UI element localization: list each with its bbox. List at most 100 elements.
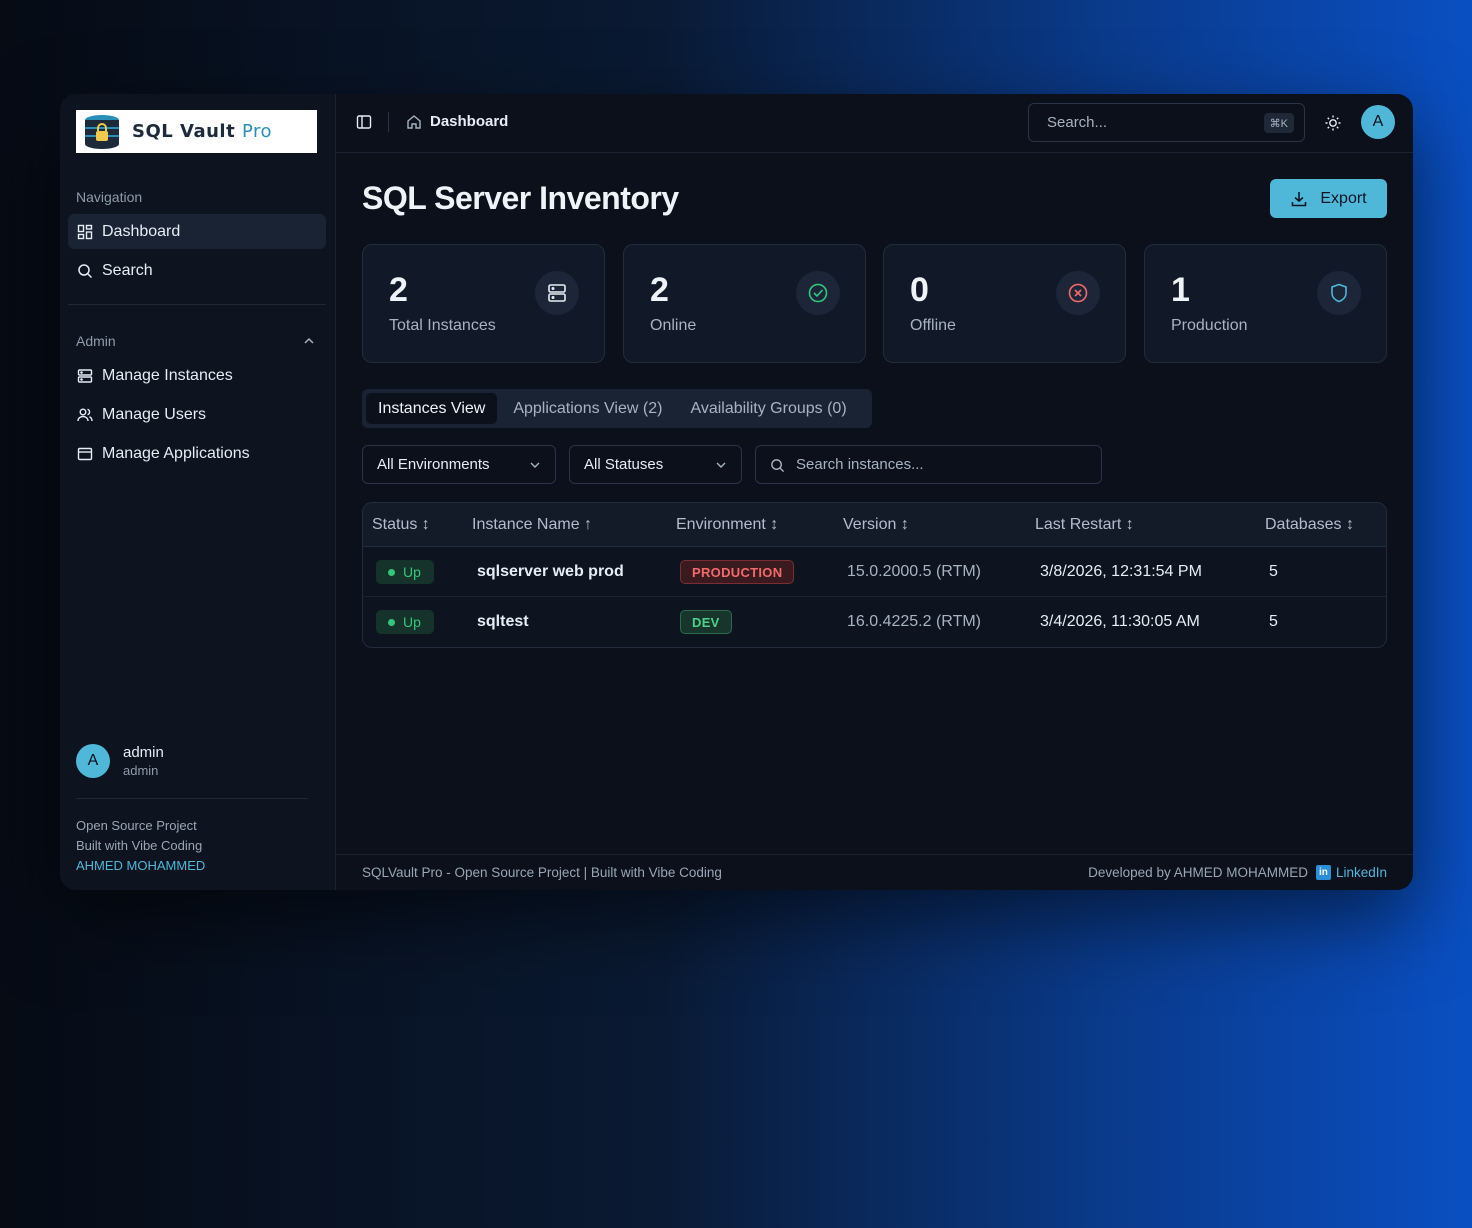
status-badge: Up — [376, 560, 434, 584]
shortcut-badge: ⌘K — [1263, 113, 1294, 133]
column-header-instance-name[interactable]: Instance Name ↑ — [472, 516, 592, 534]
environment-select[interactable]: All Environments — [362, 445, 556, 484]
export-button[interactable]: Export — [1270, 179, 1387, 218]
column-header-status[interactable]: Status ↕ — [372, 516, 430, 534]
sidebar: SQL Vault Pro Navigation Dashboard Searc… — [60, 94, 336, 890]
sidebar-item-label: Manage Applications — [102, 444, 250, 462]
stat-card-total: 2 Total Instances — [362, 244, 605, 363]
server-icon — [77, 368, 93, 383]
chevron-down-icon — [530, 462, 540, 468]
export-label: Export — [1320, 189, 1367, 207]
applications-icon — [77, 447, 93, 460]
column-header-last-restart[interactable]: Last Restart ↕ — [1035, 516, 1134, 534]
sidebar-toggle-icon[interactable] — [356, 114, 372, 130]
sidebar-item-label: Search — [102, 261, 153, 279]
download-icon — [1292, 191, 1307, 206]
topbar-separator — [388, 112, 389, 132]
column-header-version[interactable]: Version ↕ — [843, 516, 909, 534]
global-search-input[interactable]: Search... ⌘K — [1028, 103, 1305, 142]
linkedin-link[interactable]: in LinkedIn — [1315, 865, 1387, 880]
instance-name[interactable]: sqltest — [477, 613, 529, 631]
avatar[interactable]: A — [1361, 105, 1395, 139]
sidebar-footer: Open Source Project Built with Vibe Codi… — [76, 816, 205, 876]
stat-label: Offline — [910, 317, 956, 334]
version: 15.0.2000.5 (RTM) — [847, 563, 981, 580]
breadcrumb[interactable]: Dashboard — [430, 113, 508, 130]
search-icon — [771, 459, 785, 473]
status-value: All Statuses — [584, 456, 664, 473]
current-user[interactable]: A admin admin — [76, 744, 164, 778]
environment-badge: DEV — [680, 610, 732, 634]
sidebar-item-label: Manage Instances — [102, 366, 233, 384]
status-dot — [388, 568, 395, 576]
environment-badge: PRODUCTION — [680, 560, 795, 584]
sidebar-item-label: Manage Users — [102, 405, 207, 423]
table-row[interactable]: Up sqltest DEV 16.0.4225.2 (RTM) 3/4/202… — [363, 597, 1386, 647]
admin-section-label: Admin — [76, 333, 116, 349]
server-icon — [535, 271, 579, 315]
linkedin-icon: in — [1315, 865, 1331, 880]
x-circle-icon — [1056, 271, 1100, 315]
brand-name: SQL Vault Pro — [132, 121, 273, 142]
sidebar-item-dashboard[interactable]: Dashboard — [68, 214, 326, 249]
instance-name[interactable]: sqlserver web prod — [477, 563, 624, 581]
sidebar-item-manage-applications[interactable]: Manage Applications — [68, 436, 326, 471]
page-footer: SQLVault Pro - Open Source Project | Bui… — [336, 854, 1413, 890]
stat-value: 0 — [910, 271, 929, 309]
status-badge: Up — [376, 610, 434, 634]
stat-value: 2 — [650, 271, 669, 309]
page-title: SQL Server Inventory — [362, 180, 679, 216]
stat-value: 1 — [1171, 271, 1190, 309]
app-window: SQL Vault Pro Navigation Dashboard Searc… — [60, 94, 1413, 890]
topbar: Dashboard Search... ⌘K A — [336, 94, 1413, 153]
brand-logo[interactable]: SQL Vault Pro — [76, 110, 317, 153]
chevron-down-icon — [716, 462, 726, 468]
footer-right: Developed by AHMED MOHAMMED in LinkedIn — [1088, 865, 1387, 880]
table-row[interactable]: Up sqlserver web prod PRODUCTION 15.0.20… — [363, 547, 1386, 597]
sidebar-divider — [76, 798, 308, 799]
instance-search-input[interactable]: Search instances... — [755, 445, 1102, 484]
user-role: admin — [123, 763, 159, 778]
avatar: A — [76, 744, 110, 778]
home-icon[interactable] — [406, 114, 422, 130]
check-circle-icon — [796, 271, 840, 315]
tab-availability-groups[interactable]: Availability Groups (0) — [678, 393, 858, 424]
tab-applications-view[interactable]: Applications View (2) — [501, 393, 674, 424]
database-count: 5 — [1269, 563, 1278, 580]
footer-line: Built with Vibe Coding — [76, 838, 203, 853]
column-header-environment[interactable]: Environment ↕ — [676, 516, 778, 534]
tab-instances-view[interactable]: Instances View — [366, 393, 498, 424]
instances-table: Status ↕ Instance Name ↑ Environment ↕ V… — [362, 502, 1387, 648]
user-name: admin — [123, 744, 164, 761]
database-lock-icon — [85, 114, 119, 149]
main-content: Dashboard Search... ⌘K A SQL Server Inve… — [336, 94, 1413, 890]
stat-card-online: 2 Online — [623, 244, 866, 363]
sidebar-item-manage-users[interactable]: Manage Users — [68, 397, 326, 432]
shield-icon — [1317, 271, 1361, 315]
chevron-up-icon[interactable] — [302, 334, 316, 348]
column-header-databases[interactable]: Databases ↕ — [1265, 516, 1354, 534]
stat-card-offline: 0 Offline — [883, 244, 1126, 363]
footer-line: Open Source Project — [76, 818, 197, 833]
dashboard-icon — [77, 224, 93, 239]
status-select[interactable]: All Statuses — [569, 445, 742, 484]
author-link[interactable]: AHMED MOHAMMED — [76, 856, 205, 876]
sidebar-item-manage-instances[interactable]: Manage Instances — [68, 358, 326, 393]
sidebar-item-search[interactable]: Search — [68, 253, 326, 288]
table-header: Status ↕ Instance Name ↑ Environment ↕ V… — [363, 503, 1386, 547]
theme-toggle-icon[interactable] — [1324, 114, 1342, 132]
version: 16.0.4225.2 (RTM) — [847, 613, 981, 630]
last-restart: 3/4/2026, 11:30:05 AM — [1040, 613, 1200, 630]
sidebar-item-label: Dashboard — [102, 222, 181, 240]
stat-label: Total Instances — [389, 317, 496, 334]
last-restart: 3/8/2026, 12:31:54 PM — [1040, 563, 1202, 580]
database-count: 5 — [1269, 613, 1278, 630]
users-icon — [77, 408, 93, 421]
view-tabs: Instances View Applications View (2) Ava… — [362, 389, 872, 428]
stat-label: Online — [650, 317, 697, 334]
footer-credit: Developed by AHMED MOHAMMED — [1088, 865, 1308, 880]
search-placeholder: Search instances... — [796, 456, 924, 473]
status-dot — [388, 618, 395, 626]
sidebar-divider — [68, 304, 326, 305]
stat-value: 2 — [389, 271, 408, 309]
